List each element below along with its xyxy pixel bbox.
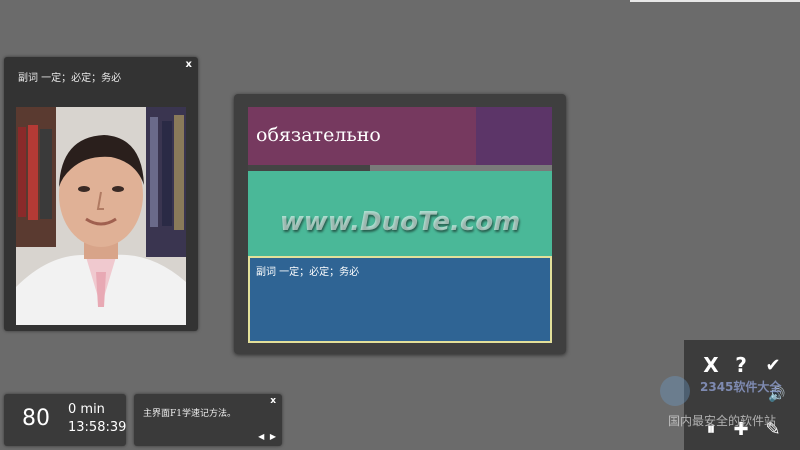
answer-box[interactable]: 副词 一定；必定；务必 xyxy=(248,256,552,343)
image-panel-close-button[interactable]: x xyxy=(186,59,192,70)
duote-watermark: www.DuoTe.com xyxy=(279,207,521,237)
teal-row[interactable]: www.DuoTe.com xyxy=(248,171,552,256)
hint-panel: 主界面F1学速记方法。 x ◀ ▶ xyxy=(134,394,282,446)
flashcard-word: обязательно xyxy=(256,124,381,146)
watermark-tagline: 国内最安全的软件站 xyxy=(668,414,777,428)
hint-nav: ◀ ▶ xyxy=(255,432,276,441)
portrait-photo xyxy=(16,107,186,325)
watermark-brand: 2345软件大全 xyxy=(700,380,782,394)
image-panel: 副词 一定；必定；务必 x xyxy=(4,57,198,331)
hint-text: 主界面F1学速记方法。 xyxy=(143,409,236,419)
hint-close-button[interactable]: x xyxy=(270,396,276,406)
card-count: 80 xyxy=(22,406,50,431)
top-edge-strip xyxy=(630,0,800,2)
answer-text: 副词 一定；必定；务必 xyxy=(256,267,360,278)
elapsed-minutes: 0 min xyxy=(68,402,105,417)
flashcard: обязательно www.DuoTe.com 副词 一定；必定；务必 xyxy=(234,94,566,354)
word-row[interactable]: обязательно xyxy=(248,107,552,165)
stats-panel: 80 0 min 13:58:39 xyxy=(4,394,126,446)
word-row-accent xyxy=(476,107,552,165)
hint-prev-button[interactable]: ◀ xyxy=(258,432,264,441)
watermark-logo-icon xyxy=(660,376,690,406)
hint-next-button[interactable]: ▶ xyxy=(270,432,276,441)
image-panel-caption: 副词 一定；必定；务必 xyxy=(18,73,122,84)
clock: 13:58:39 xyxy=(68,420,127,435)
site-watermark: 2345软件大全 国内最安全的软件站 xyxy=(660,368,800,428)
